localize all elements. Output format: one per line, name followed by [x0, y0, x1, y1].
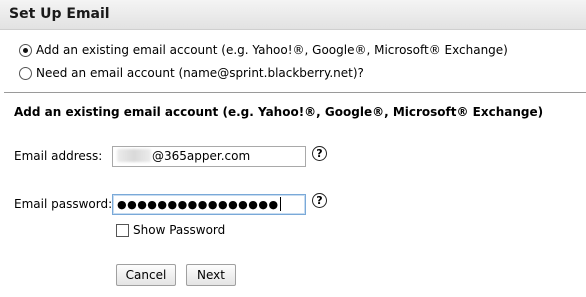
cancel-button[interactable]: Cancel: [116, 264, 176, 286]
password-masked-value: ●●●●●●●●●●●●●●●●: [117, 198, 279, 211]
email-password-field[interactable]: ●●●●●●●●●●●●●●●●: [112, 194, 306, 215]
email-address-value: @365apper.com: [152, 149, 251, 163]
radio-button-existing-account[interactable]: [19, 43, 32, 57]
next-button[interactable]: Next: [186, 264, 236, 286]
email-help-icon[interactable]: ?: [312, 146, 327, 161]
redacted-username: [117, 149, 151, 162]
text-caret: [279, 197, 281, 211]
title-bar: Set Up Email: [0, 0, 586, 30]
radio-label-new-account[interactable]: Need an email account (name@sprint.black…: [36, 66, 364, 80]
email-password-label: Email password:: [14, 197, 113, 211]
password-help-icon[interactable]: ?: [312, 193, 327, 208]
show-password-checkbox[interactable]: [116, 223, 129, 237]
radio-button-new-account[interactable]: [19, 66, 32, 80]
email-address-label: Email address:: [14, 149, 103, 163]
section-heading: Add an existing email account (e.g. Yaho…: [14, 105, 544, 119]
email-address-field[interactable]: @365apper.com: [112, 146, 306, 167]
show-password-label[interactable]: Show Password: [133, 223, 225, 237]
show-password-option[interactable]: Show Password: [116, 223, 225, 237]
radio-label-existing-account[interactable]: Add an existing email account (e.g. Yaho…: [36, 43, 508, 57]
radio-option-existing-account[interactable]: Add an existing email account (e.g. Yaho…: [19, 42, 508, 58]
radio-option-new-account[interactable]: Need an email account (name@sprint.black…: [19, 65, 364, 81]
section-divider: [4, 92, 586, 93]
page-title: Set Up Email: [9, 6, 110, 22]
